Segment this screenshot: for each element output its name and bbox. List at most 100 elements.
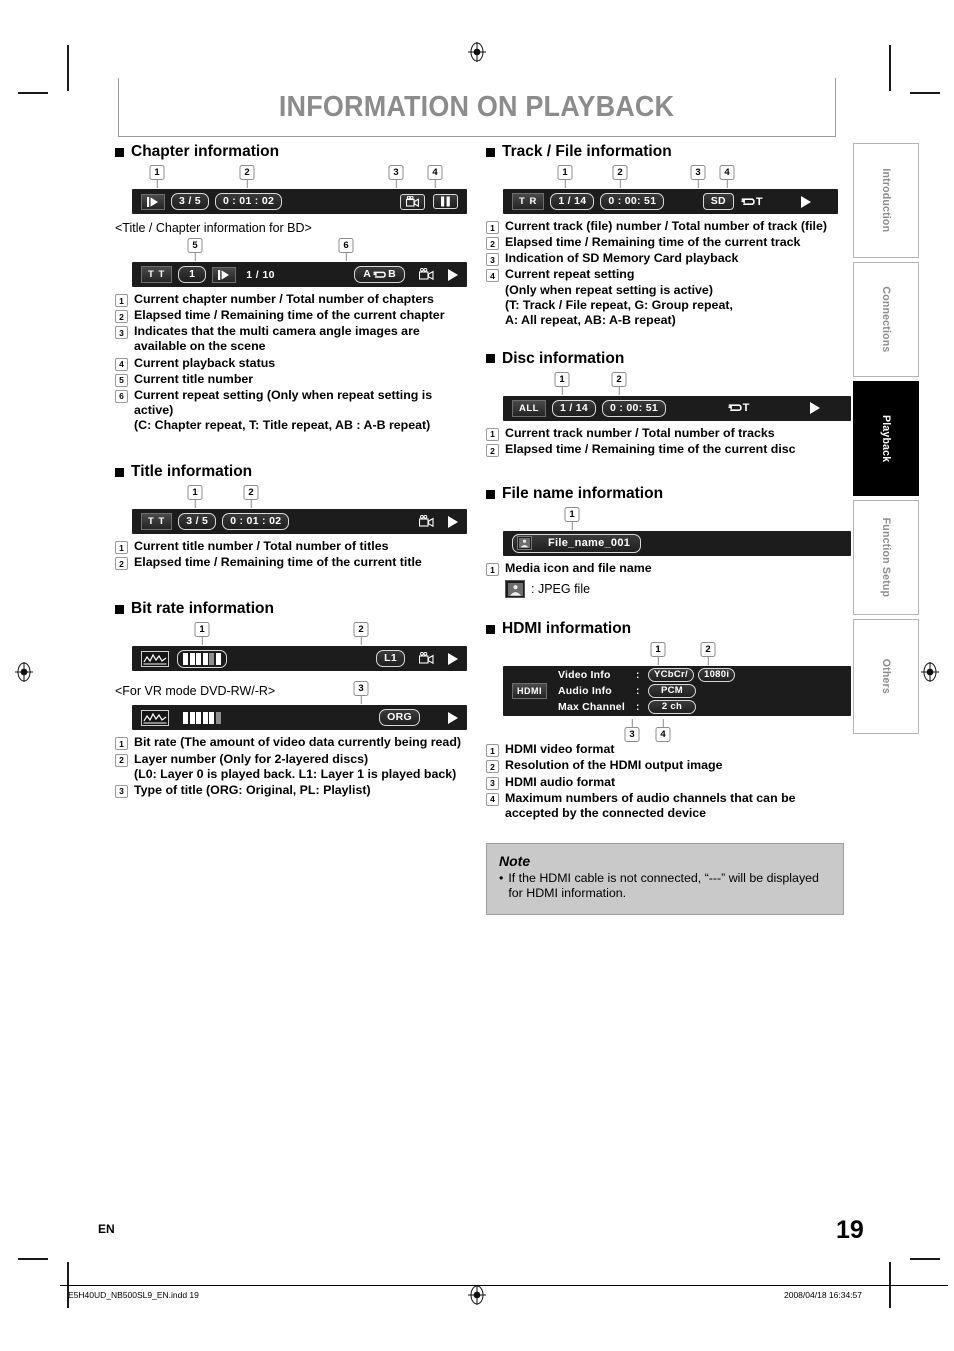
hdmi-video-format-pill: YCbCr/ (648, 668, 694, 683)
item-text: Current repeat setting (Only when repeat… (134, 387, 433, 432)
callout-6: 6 (338, 238, 354, 253)
section-hdmi-information: HDMI information (486, 620, 844, 638)
bd-chapter-number: 1 / 10 (246, 268, 275, 281)
list-item: 2 Resolution of the HDMI output image (486, 758, 844, 774)
play-small-icon (212, 266, 237, 283)
bitrate-definition-list: 1 Bit rate (The amount of video data cur… (115, 735, 473, 798)
play-small-icon (141, 193, 165, 210)
hdmi-row-maxchannel: Max Channel : 2 ch (558, 700, 735, 715)
sidebar-item-others[interactable]: Others (853, 619, 919, 734)
camera-angle-icon (418, 514, 434, 529)
bullet-square-icon (486, 354, 495, 364)
bullet-square-icon (115, 467, 124, 477)
elapsed-time-pill: 0 : 00: 51 (600, 193, 665, 210)
registration-mark-right (920, 662, 940, 682)
title-type-pill: ORG (379, 709, 420, 727)
jpeg-legend: : JPEG file (505, 580, 844, 599)
callout-1: 1 (564, 507, 580, 523)
camera-angle-icon (418, 267, 434, 282)
callout-row-hdmi-top: 1 2 (486, 642, 844, 666)
hdmi-row-video: Video Info : YCbCr/ 1080i (558, 668, 736, 683)
item-text: Elapsed time / Remaining time of the cur… (134, 555, 422, 570)
callout-3: 3 (690, 165, 706, 180)
hdmi-definition-list: 1 HDMI video format 2 Resolution of the … (486, 742, 844, 821)
callout-2: 2 (611, 371, 627, 387)
meter-segment (202, 652, 208, 665)
list-item: 1 Current chapter number / Total number … (115, 292, 473, 307)
track-definition-list: 1 Current track (file) number / Total nu… (486, 219, 844, 328)
tab-label: Playback (880, 414, 892, 463)
item-number: 5 (115, 373, 128, 387)
list-item: 1 Current track (file) number / Total nu… (486, 219, 844, 234)
item-text: Layer number (Only for 2-layered discs) … (134, 751, 457, 781)
callout-row-title: 1 2 (115, 485, 473, 509)
item-number: 4 (486, 792, 499, 806)
item-number: 2 (486, 444, 499, 457)
section-heading-label: Chapter information (131, 143, 280, 160)
osd-title-bar: T T 3 / 5 0 : 01 : 02 (132, 509, 467, 535)
chapter-number-pill: 3 / 5 (171, 193, 209, 210)
sidebar-item-function-setup[interactable]: Function Setup (853, 500, 919, 615)
sidebar-item-introduction[interactable]: Introduction (853, 143, 919, 258)
callout-2: 2 (243, 485, 259, 501)
item-number: 6 (115, 389, 128, 403)
callout-3: 3 (624, 727, 640, 743)
play-icon (448, 652, 458, 665)
hdmi-maxchannel-pill: 2 ch (648, 700, 696, 715)
bullet-square-icon (115, 604, 124, 614)
repeat-arrow-icon (727, 404, 742, 412)
osd-chapter-bar: 3 / 5 0 : 01 : 02 (132, 189, 467, 214)
elapsed-time-pill: 0 : 01 : 02 (214, 193, 283, 210)
play-icon (801, 195, 812, 208)
list-item: 1 Current title number / Total number of… (115, 539, 473, 555)
section-chapter-information: Chapter information (115, 143, 473, 161)
item-number: 1 (486, 563, 499, 577)
callout-2: 2 (239, 165, 255, 180)
play-icon (448, 268, 458, 281)
repeat-mode-label: T (755, 195, 763, 208)
crop-mark-right-lower (910, 1258, 940, 1260)
title-number-pill: 1 (178, 266, 207, 283)
title-tag-tt: T T (141, 513, 173, 531)
osd-filename-bar: File_name_001 (503, 531, 851, 557)
hdmi-maxchannel-label: Max Channel (558, 701, 625, 714)
tab-label: Connections (880, 286, 892, 353)
list-item: 2 Layer number (Only for 2-layered discs… (115, 752, 473, 782)
callout-3: 3 (388, 165, 404, 180)
repeat-track-indicator: T (727, 402, 749, 414)
item-text: Resolution of the HDMI output image (505, 758, 723, 773)
section-heading-label: File name information (502, 485, 664, 503)
item-text: Media icon and file name (505, 561, 652, 576)
list-item: 1 Current track number / Total number of… (486, 426, 844, 441)
item-text: HDMI audio format (505, 774, 616, 789)
callout-2: 2 (612, 165, 628, 180)
sidebar-item-connections[interactable]: Connections (853, 262, 919, 377)
item-number: 2 (115, 310, 128, 324)
title-number-pill: 3 / 5 (178, 513, 217, 531)
hdmi-row-audio: Audio Info : PCM (558, 684, 735, 699)
repeat-ab-pill: A B (354, 266, 405, 283)
callout-2: 2 (353, 622, 369, 638)
item-text: Elapsed time / Remaining time of the cur… (505, 442, 796, 456)
item-number: 1 (115, 737, 128, 751)
footer-divider (60, 1285, 948, 1286)
item-text: Indication of SD Memory Card playback (505, 251, 739, 266)
filename-definition-list: 1 Media icon and file name (486, 561, 844, 577)
registration-mark-top (467, 42, 487, 62)
item-number: 1 (486, 744, 499, 758)
osd-bitrate-bar: L1 (132, 646, 467, 672)
sidebar-item-playback[interactable]: Playback (853, 381, 919, 496)
osd-disc-bar: ALL 1 / 14 0 : 00: 51 T (503, 395, 851, 421)
item-text: Elapsed time / Remaining time of the cur… (505, 235, 801, 250)
left-column: Chapter information 1 2 3 4 3 / 5 0 : 01… (115, 143, 473, 799)
track-number-pill: 1 / 14 (551, 399, 597, 417)
hdmi-colon: : (636, 669, 640, 682)
callout-5: 5 (187, 238, 203, 253)
bullet-square-icon (486, 489, 495, 499)
disc-definition-list: 1 Current track number / Total number of… (486, 426, 844, 457)
hdmi-colon: : (636, 701, 640, 714)
item-text: Current repeat setting (Only when repeat… (505, 267, 733, 327)
item-number: 1 (115, 294, 128, 307)
callout-row-disc: 1 2 (486, 371, 844, 396)
callout-row-chapter: 1 2 3 4 (115, 165, 473, 189)
